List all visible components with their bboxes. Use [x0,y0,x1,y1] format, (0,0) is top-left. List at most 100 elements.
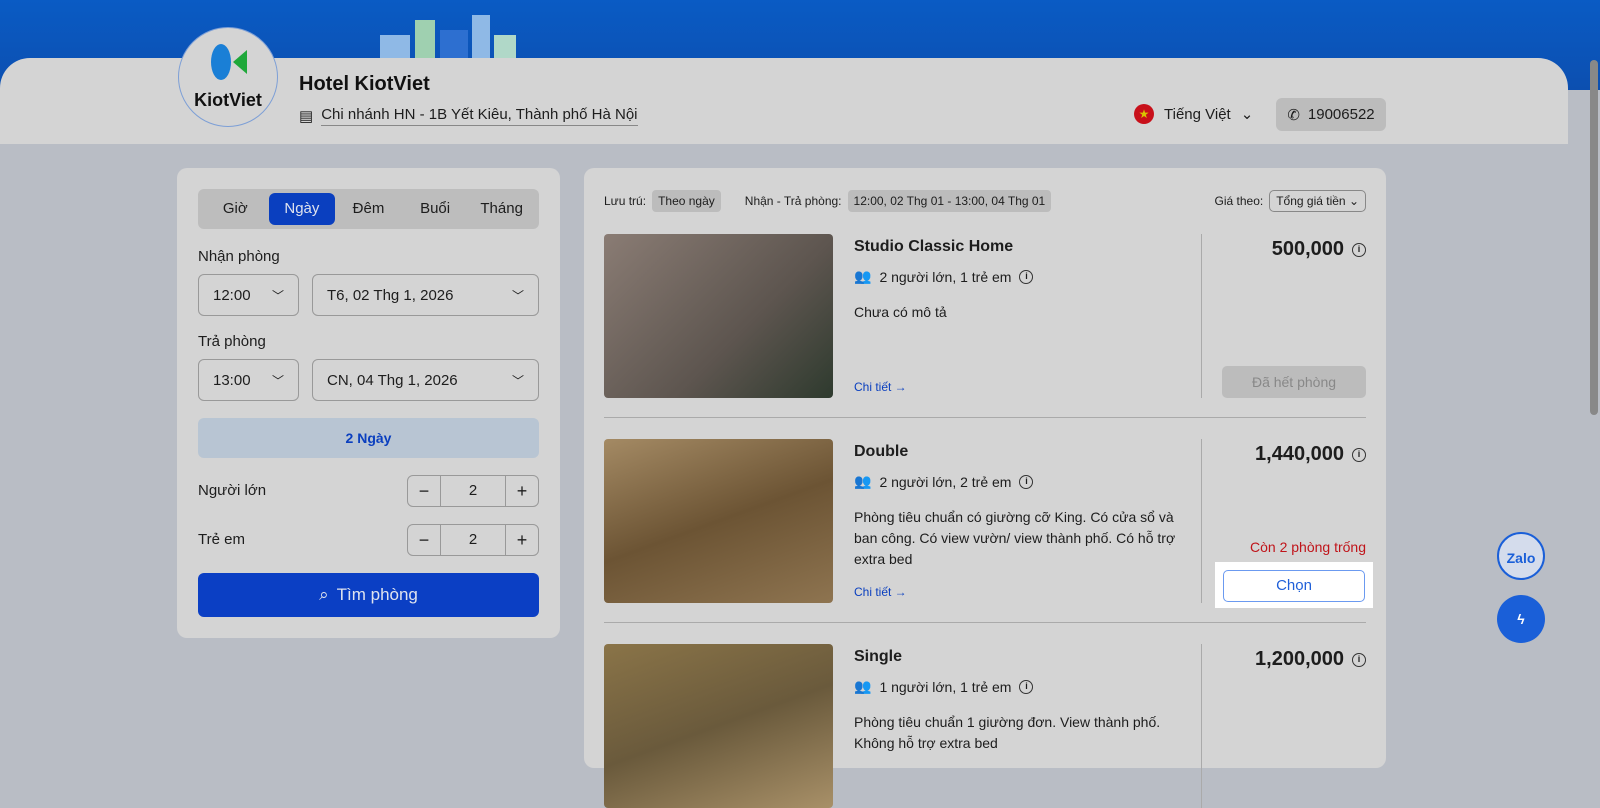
room-price: 1,440,000 i [1255,443,1366,466]
tab-month[interactable]: Tháng [468,193,535,225]
divider [1201,644,1202,808]
search-panel: Giờ Ngày Đêm Buổi Tháng Nhận phòng 12:00… [177,168,560,638]
search-button-label: Tìm phòng [336,585,418,604]
capacity-text: 1 người lớn, 1 trẻ em [879,678,1012,695]
children-label: Trẻ em [198,531,245,548]
price-mode-label: Giá theo: [1214,194,1264,208]
room-name: Double [854,443,909,460]
checkin-date-select[interactable]: T6, 02 Thg 1, 2026 ﹀ [312,274,539,316]
scrollbar[interactable] [1590,60,1598,415]
chevron-down-icon: ﹀ [271,288,284,303]
room-name: Studio Classic Home [854,238,1014,255]
select-room-button[interactable]: Chọn [1223,570,1365,602]
zalo-button[interactable]: Zalo [1497,532,1545,580]
info-icon[interactable]: i [1352,652,1366,667]
chevron-down-icon: ﹀ [511,288,524,303]
price-mode-select[interactable]: Tổng giá tiền ⌄ [1269,190,1366,212]
messenger-button[interactable]: ϟ [1497,595,1545,643]
room-detail-link[interactable]: Chi tiết → [854,380,907,394]
tab-session[interactable]: Buổi [402,193,469,225]
checkout-date-select[interactable]: CN, 04 Thg 1, 2026 ﹀ [312,359,539,401]
info-icon[interactable]: i [1352,242,1366,257]
period-chip: 12:00, 02 Thg 01 - 13:00, 04 Thg 01 [847,190,1052,212]
tour-spotlight: Chọn [1215,562,1373,608]
language-label: Tiếng Việt [1164,105,1231,123]
people-icon: 👥 [854,678,872,694]
tab-hour[interactable]: Giờ [202,193,269,225]
kiotviet-logo-icon [211,44,247,80]
info-icon[interactable]: i [1019,474,1034,489]
checkout-time-select[interactable]: 13:00 ﹀ [198,359,299,401]
period-label: Nhận - Trả phòng: [744,194,842,208]
people-icon: 👥 [854,473,872,489]
adults-stepper: −2 + [407,475,539,507]
room-capacity: 👥 1 người lớn, 1 trẻ em i [854,678,1034,695]
info-icon[interactable]: i [1019,679,1034,694]
adults-value[interactable]: 2 [440,476,506,506]
hotel-logo: KiotViet [178,27,278,127]
city-illustration [360,10,520,65]
language-selector[interactable]: ★ Tiếng Việt ⌄ [1134,104,1253,124]
booking-type-tabs: Giờ Ngày Đêm Buổi Tháng [198,189,539,229]
vietnam-flag-icon: ★ [1134,104,1154,124]
checkout-time-value: 13:00 [213,371,251,389]
hotel-name: Hotel KiotViet [299,73,430,95]
price-value: 1,440,000 [1255,443,1344,465]
chevron-down-icon: ﹀ [511,373,524,388]
room-detail-link[interactable]: Chi tiết → [854,585,907,599]
room-image[interactable] [604,644,833,808]
checkin-label: Nhận phòng [198,248,280,265]
messenger-icon: ϟ [1517,611,1525,627]
info-icon[interactable]: i [1019,269,1034,284]
people-icon: 👥 [854,268,872,284]
search-rooms-button[interactable]: ⌕ Tìm phòng [198,573,539,617]
sold-out-button: Đã hết phòng [1222,366,1366,398]
room-capacity: 👥 2 người lớn, 1 trẻ em i [854,268,1034,285]
search-icon: ⌕ [319,585,329,604]
stay-label: Lưu trú: [604,194,647,208]
divider [604,622,1366,623]
divider [1201,439,1202,603]
room-description: Chưa có mô tả [854,304,947,320]
room-name: Single [854,648,903,665]
availability-text: Còn 2 phòng trống [1250,539,1366,555]
capacity-text: 2 người lớn, 1 trẻ em [879,268,1012,285]
children-stepper: −2 + [407,524,539,556]
checkout-label: Trả phòng [198,333,266,350]
price-value: 500,000 [1271,238,1344,260]
branch-link[interactable]: ▤ Chi nhánh HN - 1B Yết Kiêu, Thành phố H… [299,106,638,126]
price-value: 1,200,000 [1255,648,1344,670]
info-icon[interactable]: i [1352,447,1366,462]
checkin-time-select[interactable]: 12:00 ﹀ [198,274,299,316]
minus-button[interactable]: − [408,476,440,506]
divider [1201,234,1202,398]
room-price: 1,200,000 i [1255,648,1366,671]
stay-chip: Theo ngày [652,190,721,212]
tab-night[interactable]: Đêm [335,193,402,225]
minus-button[interactable]: − [408,525,440,555]
room-card: Single 👥 1 người lớn, 1 trẻ em i Phòng tiê… [604,644,1366,808]
plus-button[interactable]: + [506,476,538,506]
room-card: Studio Classic Home 👥 2 người lớn, 1 trẻ … [604,234,1366,398]
tab-day[interactable]: Ngày [268,193,336,225]
building-icon: ▤ [299,108,314,125]
room-capacity: 👥 2 người lớn, 2 trẻ em i [854,473,1034,490]
checkin-time-value: 12:00 [213,286,251,304]
room-image[interactable] [604,234,833,398]
chevron-down-icon: ⌄ [1240,106,1254,123]
divider [604,417,1366,418]
adults-label: Người lớn [198,482,267,499]
chevron-down-icon: ﹀ [271,373,284,388]
plus-button[interactable]: + [506,525,538,555]
room-price: 500,000 i [1272,238,1366,261]
filter-bar: Lưu trú: Theo ngày Nhận - Trả phòng: 12:00… [604,190,1366,212]
checkin-date-value: T6, 02 Thg 1, 2026 [327,286,454,304]
phone-icon: ✆ [1287,106,1300,124]
children-value[interactable]: 2 [440,525,506,555]
phone-number: 19006522 [1307,106,1375,123]
duration-badge: 2 Ngày [198,418,539,458]
capacity-text: 2 người lớn, 2 trẻ em [879,473,1012,490]
phone-button[interactable]: ✆ 19006522 [1276,98,1386,131]
logo-text: KiotViet [194,90,262,110]
room-image[interactable] [604,439,833,603]
